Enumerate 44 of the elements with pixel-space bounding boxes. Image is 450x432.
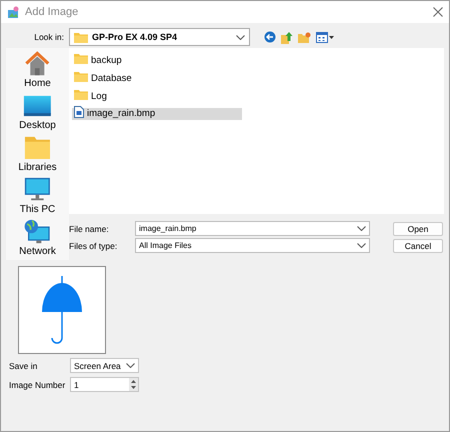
view-menu-icon[interactable]: [316, 32, 334, 42]
dropdown-caret-icon: [357, 226, 366, 231]
folder-icon: [24, 135, 51, 160]
save-in-dropdown[interactable]: Screen Area: [70, 358, 139, 373]
folder-icon: [74, 53, 88, 64]
place-label[interactable]: Network: [19, 246, 56, 257]
file-name-label: File name:: [69, 224, 110, 234]
back-arrow-icon[interactable]: [264, 31, 276, 43]
look-in-dropdown[interactable]: GP-Pro EX 4.09 SP4: [69, 28, 250, 46]
monitor-icon: [24, 177, 51, 202]
network-icon: [23, 219, 52, 244]
spin-arrows-icon[interactable]: [129, 378, 138, 391]
folder-icon: [74, 89, 88, 100]
file-name-field[interactable]: image_rain.bmp: [135, 221, 370, 236]
file-item[interactable]: image_rain.bmp: [72, 108, 242, 120]
new-folder-icon[interactable]: [298, 32, 311, 42]
file-type-label: Files of type:: [69, 240, 118, 250]
window-title: Add Image: [25, 6, 78, 18]
close-icon[interactable]: [433, 7, 443, 17]
image-number-spinner[interactable]: 1: [70, 377, 139, 392]
file-type-dropdown[interactable]: All Image Files: [135, 238, 370, 253]
up-folder-icon[interactable]: [281, 30, 293, 44]
file-item[interactable]: Database: [72, 72, 134, 84]
place-label[interactable]: Libraries: [18, 162, 57, 173]
place-label[interactable]: Home: [24, 78, 51, 89]
folder-icon: [74, 71, 88, 82]
image-number-label: Image Number: [9, 380, 66, 390]
cancel-button[interactable]: Cancel: [393, 238, 443, 252]
image-file-icon: [74, 106, 84, 118]
dropdown-caret-icon: [236, 34, 245, 40]
folder-icon: [74, 32, 88, 42]
umbrella-icon: [41, 276, 83, 344]
file-item[interactable]: backup: [72, 54, 124, 66]
app-icon: [7, 6, 20, 18]
save-in-label: Save in: [9, 360, 38, 370]
place-label[interactable]: This PC: [20, 204, 56, 215]
open-button[interactable]: Open: [393, 222, 443, 236]
look-in-label: Look in:: [33, 32, 64, 42]
dropdown-caret-icon: [126, 363, 135, 368]
place-label[interactable]: Desktop: [19, 120, 56, 131]
home-icon: [24, 51, 51, 76]
file-item[interactable]: Log: [72, 90, 109, 102]
dropdown-caret-icon: [357, 243, 366, 248]
desktop-icon: [22, 93, 53, 118]
